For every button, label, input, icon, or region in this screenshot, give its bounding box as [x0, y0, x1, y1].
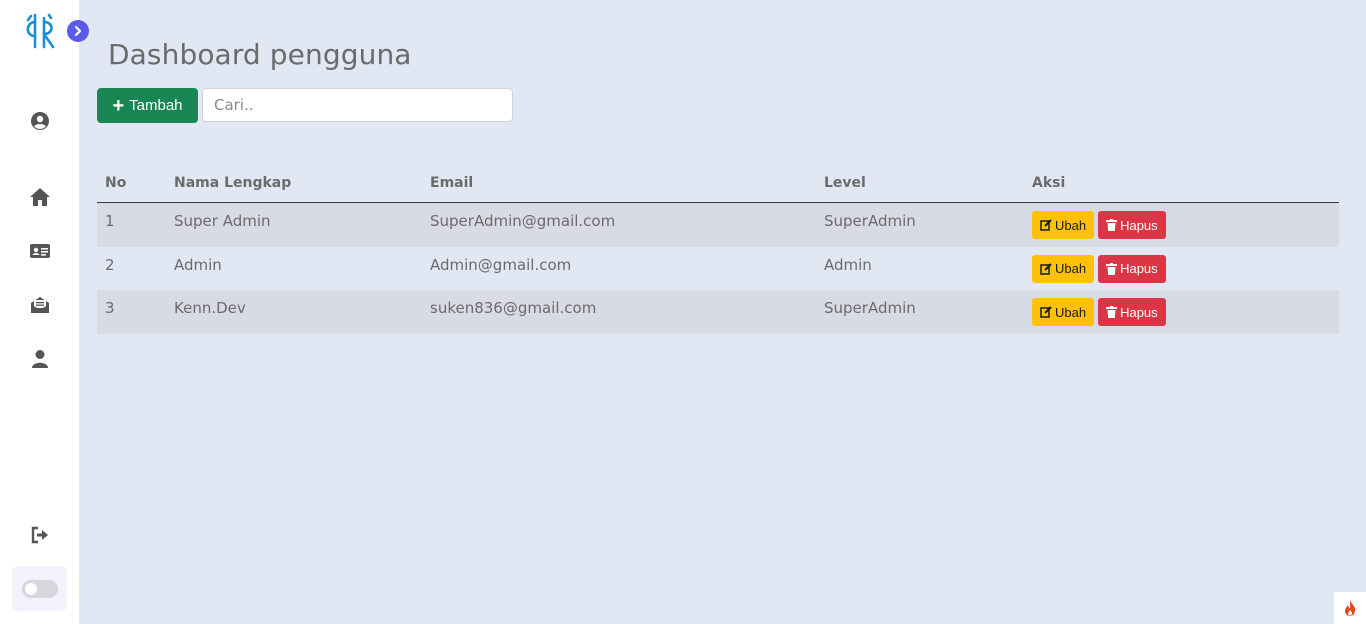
plus-icon: + [112, 94, 125, 117]
cell-no: 2 [105, 255, 115, 274]
edit-icon [1040, 262, 1052, 275]
envelope-open-icon [31, 297, 49, 313]
trash-icon [1106, 219, 1118, 231]
logout-nav-item[interactable] [27, 523, 53, 547]
home-icon [30, 188, 50, 206]
edit-icon [1040, 306, 1052, 318]
delete-label: Hapus [1120, 304, 1158, 320]
cell-email: SuperAdmin@gmail.com [430, 212, 616, 230]
row-actions: Ubah Hapus [1032, 211, 1166, 239]
trash-icon [1106, 306, 1118, 318]
chevron-right-icon [74, 25, 82, 37]
delete-button[interactable]: Hapus [1098, 211, 1166, 239]
theme-toggle[interactable] [21, 579, 58, 598]
edit-button[interactable]: Ubah [1032, 298, 1095, 326]
mail-nav-item[interactable] [27, 293, 53, 317]
table-header: No Nama Lengkap Email Level Aksi [97, 160, 1339, 203]
main-content: Dashboard pengguna + Tambah No Nama Leng… [79, 0, 1366, 624]
theme-toggle-container [12, 566, 67, 611]
edit-label: Ubah [1055, 217, 1087, 233]
edit-label: Ubah [1055, 261, 1087, 276]
sidebar [0, 0, 89, 624]
header-level: Level [824, 175, 866, 191]
table-row: 1 Super Admin SuperAdmin@gmail.com Super… [97, 203, 1339, 247]
search-input[interactable] [202, 88, 513, 122]
trash-icon [1106, 262, 1118, 275]
header-no: No [105, 175, 127, 191]
id-card-nav-item[interactable] [27, 239, 53, 263]
cell-email: Admin@gmail.com [430, 255, 572, 274]
edit-button[interactable]: Ubah [1032, 211, 1095, 239]
cell-level: SuperAdmin [824, 299, 916, 317]
edit-button[interactable]: Ubah [1032, 254, 1095, 283]
cell-no: 3 [105, 299, 115, 317]
page-title: Dashboard pengguna [108, 38, 412, 71]
add-button-label: Tambah [129, 97, 183, 114]
header-action: Aksi [1032, 175, 1066, 191]
delete-label: Hapus [1120, 261, 1158, 276]
edit-icon [1040, 219, 1052, 231]
user-icon [32, 350, 48, 368]
cell-name: Super Admin [174, 212, 271, 230]
header-name: Nama Lengkap [174, 175, 292, 191]
flame-icon [1345, 600, 1356, 616]
header-email: Email [430, 175, 474, 191]
logout-icon [31, 526, 48, 544]
user-circle-icon [31, 112, 49, 130]
app-logo[interactable] [22, 12, 58, 50]
cell-email: suken836@gmail.com [430, 299, 597, 317]
delete-button[interactable]: Hapus [1098, 298, 1166, 326]
edit-label: Ubah [1055, 304, 1087, 320]
cell-level: SuperAdmin [824, 212, 916, 230]
toggle-knob [24, 582, 37, 595]
row-actions: Ubah Hapus [1032, 254, 1166, 283]
user-nav-item[interactable] [27, 347, 53, 371]
cell-name: Admin [174, 255, 222, 274]
id-card-icon [30, 244, 50, 258]
users-table: No Nama Lengkap Email Level Aksi 1 Super… [97, 160, 1339, 334]
profile-nav-item[interactable] [27, 109, 53, 133]
table-row: 2 Admin Admin@gmail.com Admin Ubah Hapus [97, 247, 1339, 291]
row-actions: Ubah Hapus [1032, 298, 1166, 326]
delete-label: Hapus [1120, 217, 1158, 233]
debug-toolbar-badge[interactable] [1334, 592, 1366, 624]
table-row: 3 Kenn.Dev suken836@gmail.com SuperAdmin… [97, 290, 1339, 334]
add-user-button[interactable]: + Tambah [97, 88, 198, 123]
home-nav-item[interactable] [27, 185, 53, 209]
cell-level: Admin [824, 255, 872, 274]
cell-name: Kenn.Dev [174, 299, 246, 317]
cell-no: 1 [105, 212, 115, 230]
sidebar-expand-button[interactable] [67, 20, 89, 42]
delete-button[interactable]: Hapus [1098, 254, 1166, 283]
